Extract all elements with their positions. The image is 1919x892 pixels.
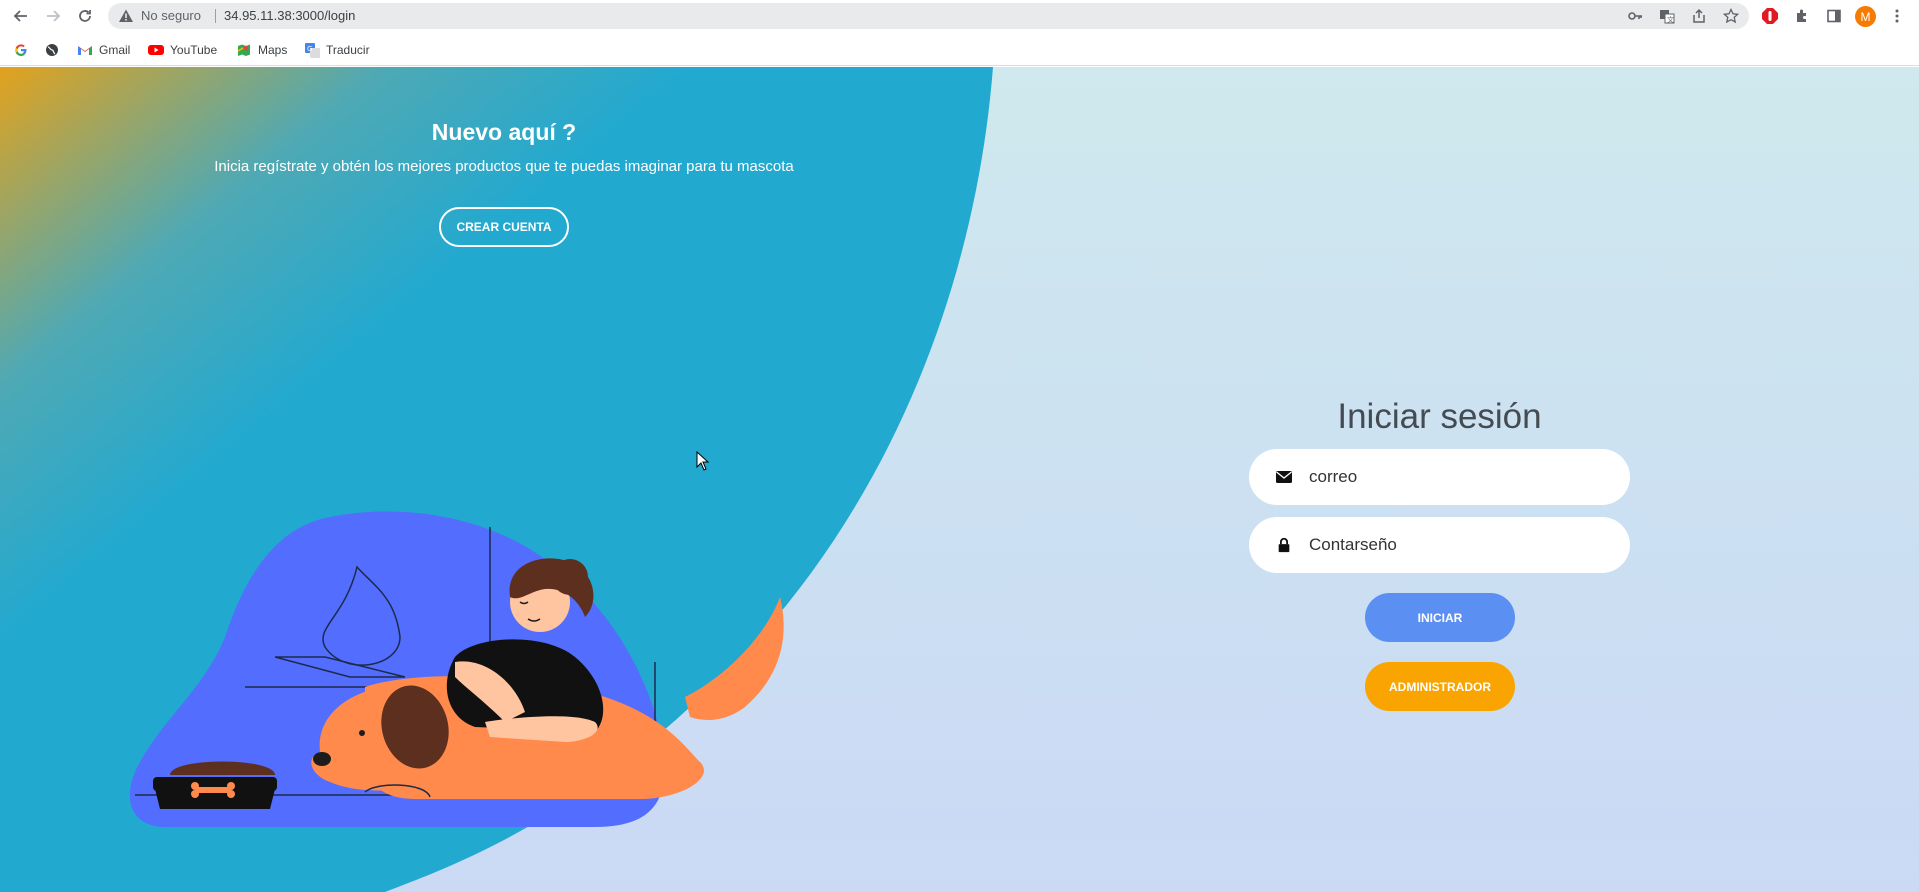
extensions-puzzle-icon[interactable] — [1791, 5, 1813, 27]
key-icon[interactable] — [1626, 7, 1644, 25]
password-field[interactable] — [1249, 517, 1630, 573]
svg-text:文: 文 — [1667, 15, 1674, 24]
gmail-icon — [77, 42, 93, 58]
bookmarks-bar: Gmail YouTube Maps G Traducir — [0, 33, 1919, 66]
login-page: Nuevo aquí ? Inicia regístrate y obtén l… — [0, 67, 1919, 892]
welcome-section: Nuevo aquí ? Inicia regístrate y obtén l… — [0, 119, 1008, 175]
bookmark-gmail[interactable]: Gmail — [77, 41, 130, 59]
side-panel-icon[interactable] — [1823, 5, 1845, 27]
address-bar[interactable]: No seguro 34.95.11.38:3000/login 文 — [108, 3, 1749, 29]
divider — [215, 9, 216, 23]
bookmark-star-icon[interactable] — [1722, 7, 1740, 25]
mouse-cursor-icon — [696, 451, 710, 471]
bookmark-google[interactable] — [13, 41, 35, 59]
profile-avatar[interactable]: M — [1855, 6, 1876, 27]
back-button[interactable] — [10, 5, 32, 27]
translate-page-icon[interactable]: 文 — [1658, 7, 1676, 25]
bookmark-label: Maps — [258, 43, 288, 57]
email-input[interactable] — [1309, 449, 1609, 505]
url-text[interactable]: 34.95.11.38:3000/login — [224, 8, 355, 23]
back-arrow-icon — [13, 10, 27, 22]
welcome-text: Inicia regístrate y obtén los mejores pr… — [214, 158, 794, 175]
forward-button[interactable] — [42, 5, 64, 27]
youtube-icon — [148, 42, 164, 58]
google-icon — [13, 42, 29, 58]
menu-kebab-icon[interactable] — [1886, 5, 1908, 27]
bookmark-translate[interactable]: G Traducir — [304, 41, 370, 59]
login-button[interactable]: INICIAR — [1365, 593, 1515, 642]
globe-icon — [44, 42, 60, 58]
forward-arrow-icon — [47, 10, 61, 22]
lock-icon — [1278, 537, 1290, 553]
dog-illustration — [129, 511, 784, 827]
share-icon[interactable] — [1690, 7, 1708, 25]
translate-icon: G — [304, 42, 320, 58]
bookmark-label: Traducir — [326, 43, 370, 57]
login-title: Iniciar sesión — [1337, 397, 1542, 436]
security-label[interactable]: No seguro — [141, 8, 201, 23]
bookmark-youtube[interactable]: YouTube — [148, 41, 217, 59]
adblock-extension-icon[interactable] — [1759, 5, 1781, 27]
welcome-title: Nuevo aquí ? — [431, 119, 577, 145]
email-field[interactable] — [1249, 449, 1630, 505]
bookmark-label: YouTube — [170, 43, 218, 57]
maps-icon — [236, 42, 252, 58]
browser-toolbar: No seguro 34.95.11.38:3000/login 文 M — [0, 0, 1919, 33]
reload-button[interactable] — [74, 5, 96, 27]
bookmark-maps[interactable]: Maps — [236, 41, 287, 59]
admin-button[interactable]: ADMINISTRADOR — [1365, 662, 1515, 711]
warning-icon — [119, 9, 133, 22]
login-form: Iniciar sesión INICIAR ADMINISTRADOR — [1249, 397, 1630, 711]
svg-text:G: G — [307, 45, 312, 53]
bookmark-globe[interactable] — [44, 41, 66, 59]
reload-icon — [79, 10, 91, 22]
envelope-icon — [1276, 471, 1292, 483]
password-input[interactable] — [1309, 517, 1609, 573]
bookmark-label: Gmail — [99, 43, 131, 57]
create-account-button[interactable]: CREAR CUENTA — [439, 207, 569, 247]
